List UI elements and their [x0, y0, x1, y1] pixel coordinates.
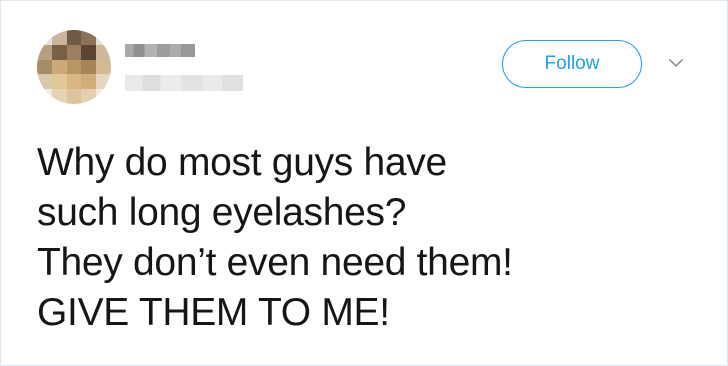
avatar[interactable]	[37, 30, 111, 104]
chevron-down-icon[interactable]	[667, 56, 685, 70]
follow-button[interactable]: Follow	[502, 40, 642, 88]
tweet-text-line: GIVE THEM TO ME!	[37, 291, 390, 334]
display-name-blurred[interactable]	[125, 44, 195, 57]
tweet-card: Follow Why do most guys have such long e…	[0, 0, 728, 366]
username-blurred[interactable]	[125, 75, 243, 91]
tweet-text: Why do most guys have such long eyelashe…	[37, 138, 697, 338]
tweet-text-line: Why do most guys have	[37, 141, 447, 184]
tweet-text-line: such long eyelashes?	[37, 191, 407, 234]
tweet-text-line: They don’t even need them!	[37, 241, 513, 284]
